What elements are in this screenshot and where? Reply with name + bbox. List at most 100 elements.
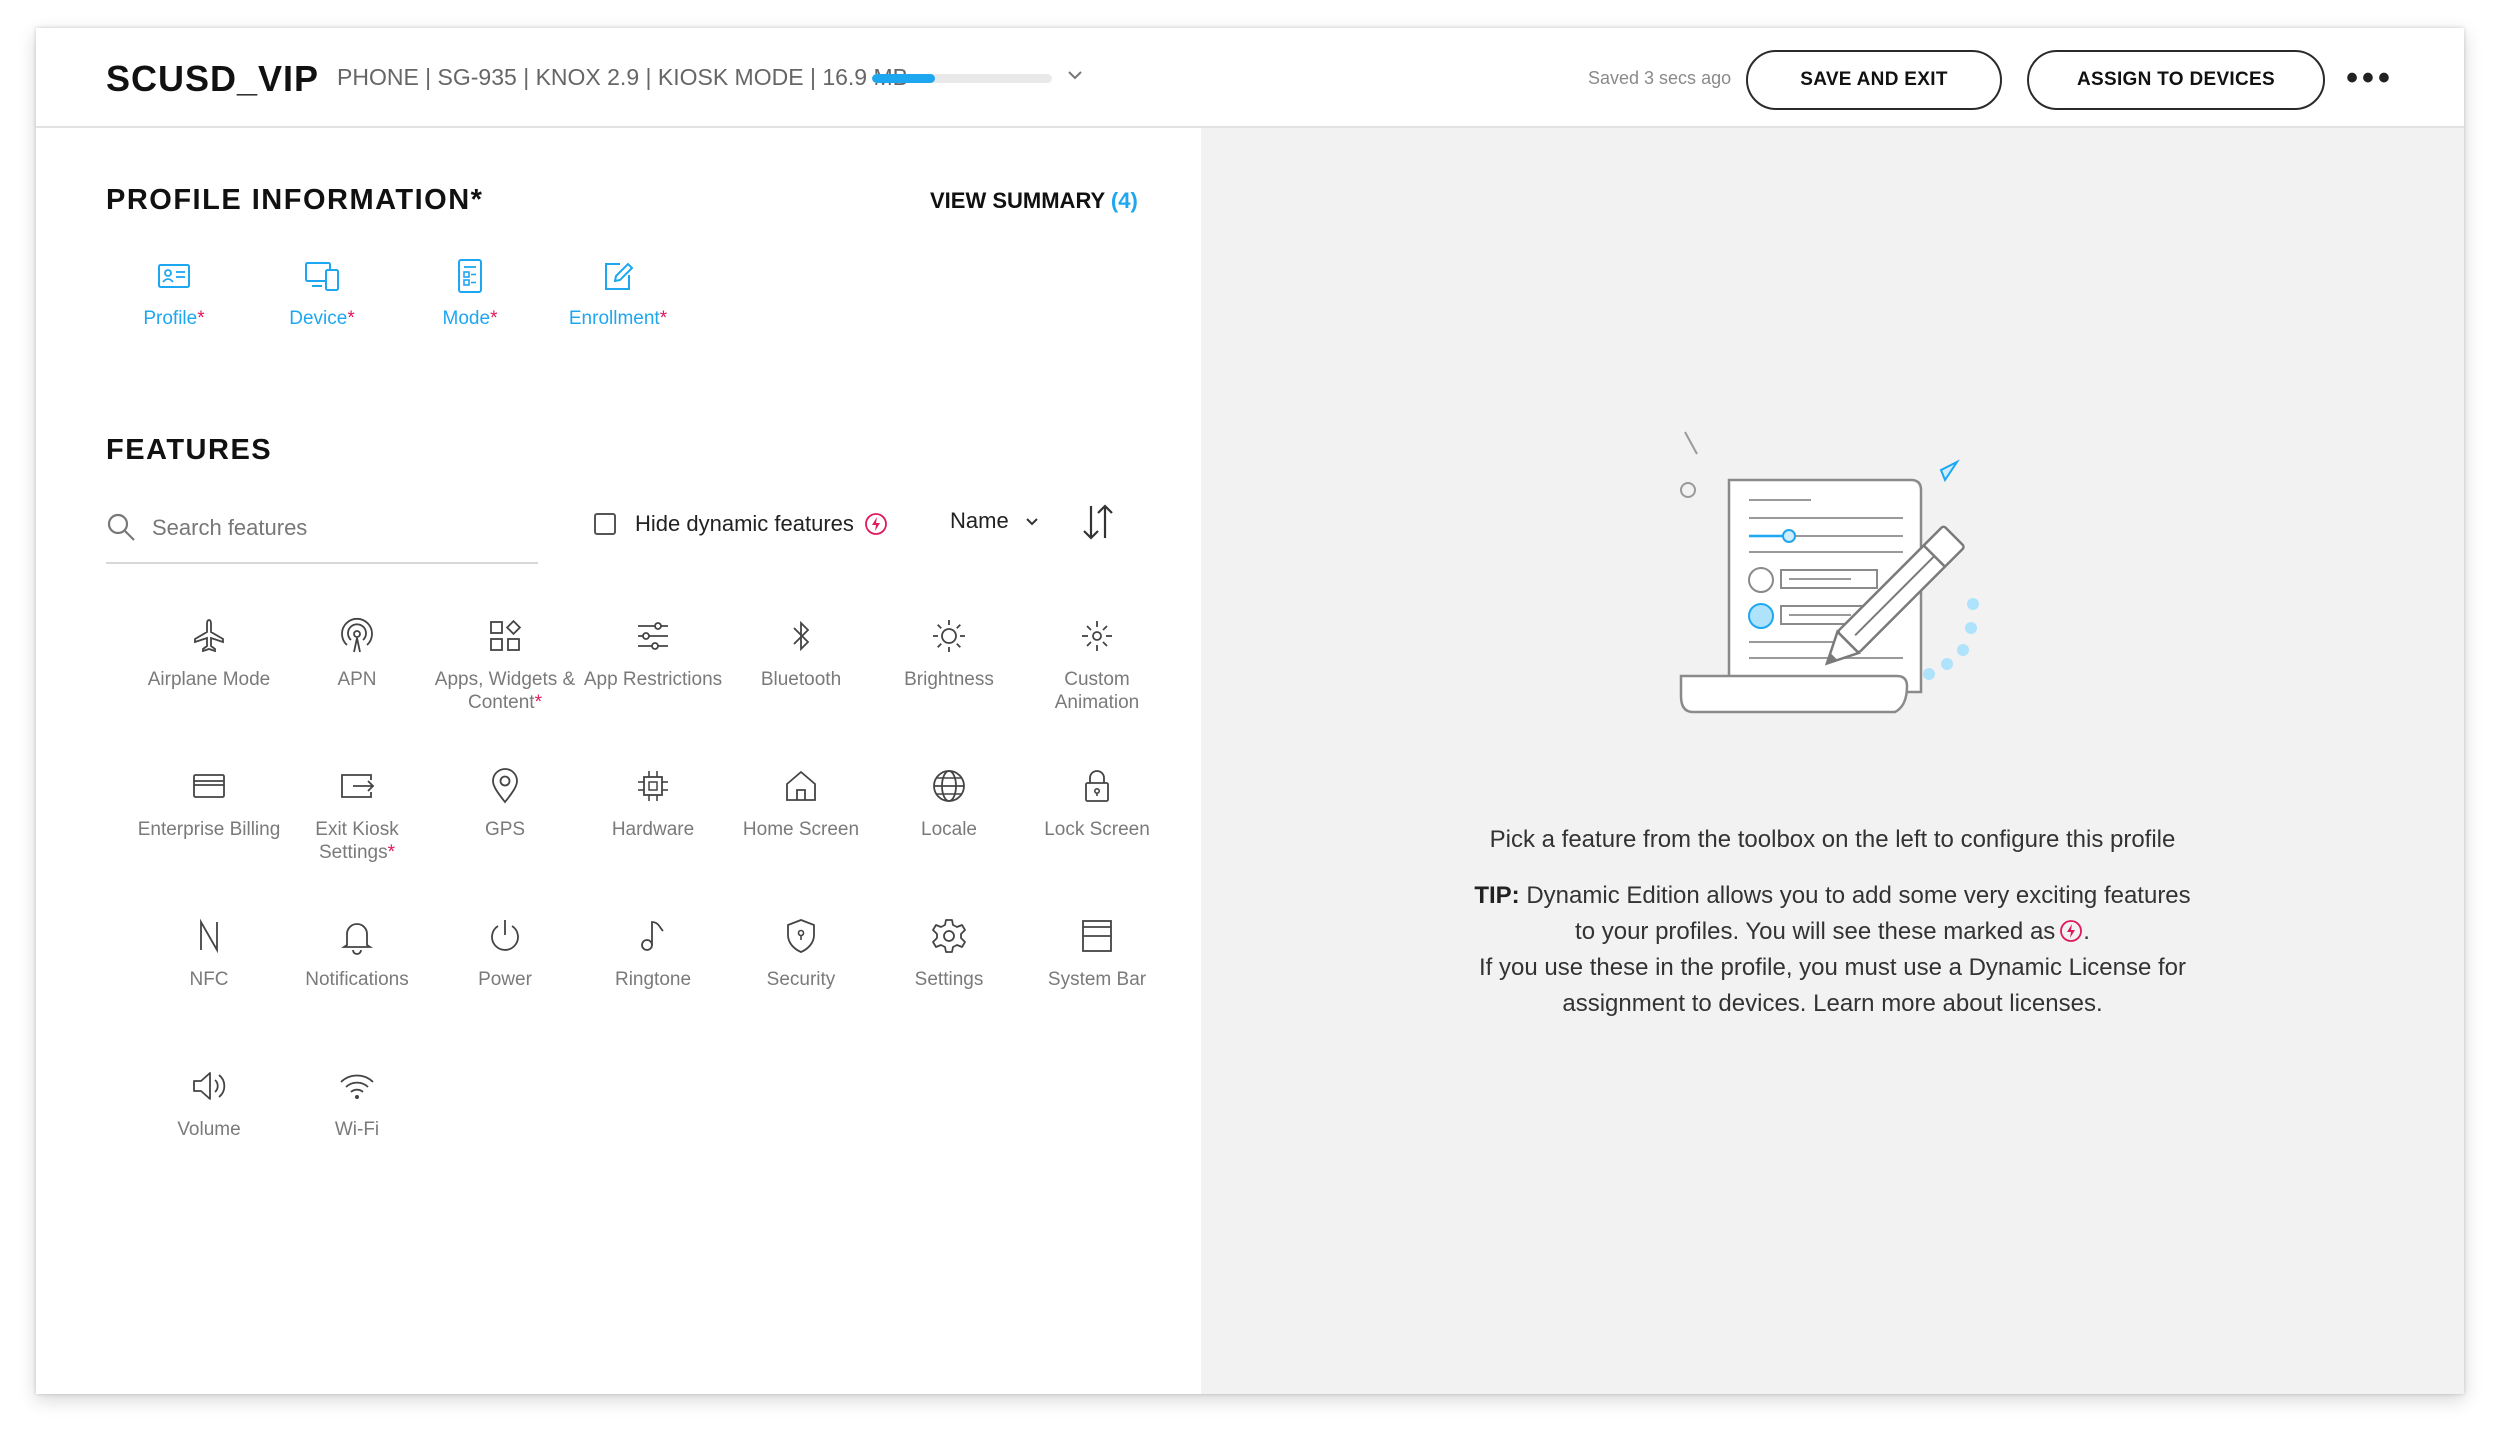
sliders-icon xyxy=(638,622,668,650)
feature-label: NFC xyxy=(189,969,229,990)
assign-to-devices-button[interactable]: ASSIGN TO DEVICES xyxy=(2027,50,2325,110)
feature-notifications[interactable]: Notifications xyxy=(283,916,431,991)
feature-exit-kiosk-settings[interactable]: Exit Kiosk Settings* xyxy=(283,766,431,864)
search-icon xyxy=(107,513,135,541)
volume-icon xyxy=(193,1072,226,1100)
wifi-icon xyxy=(340,1074,374,1099)
hide-dynamic-label: Hide dynamic features xyxy=(635,511,854,536)
required-marker: * xyxy=(490,308,498,329)
feature-brightness[interactable]: Brightness xyxy=(875,616,1023,691)
feature-lock-screen[interactable]: Lock Screen xyxy=(1023,766,1171,841)
storage-progress-fill xyxy=(872,74,935,83)
feature-label: Settings xyxy=(914,969,984,990)
gear-icon xyxy=(932,919,966,953)
exit-kiosk-icon xyxy=(341,774,375,798)
animation-icon xyxy=(1082,621,1112,651)
feature-power[interactable]: Power xyxy=(431,916,579,991)
feature-home-screen[interactable]: Home Screen xyxy=(727,766,875,841)
apps-icon xyxy=(490,619,522,651)
feature-label: Wi-Fi xyxy=(334,1119,380,1140)
location-pin-icon xyxy=(492,768,518,804)
feature-settings[interactable]: Settings xyxy=(875,916,1023,991)
tab-enrollment-label: Enrollment xyxy=(568,308,660,329)
tab-mode[interactable]: Mode* xyxy=(405,256,535,330)
feature-security[interactable]: Security xyxy=(727,916,875,991)
feature-label: Brightness xyxy=(904,669,994,690)
feature-nfc[interactable]: NFC xyxy=(135,916,283,991)
bell-icon xyxy=(341,923,373,955)
sort-direction-icon[interactable] xyxy=(1078,500,1118,544)
required-marker: * xyxy=(659,308,668,329)
nfc-icon xyxy=(200,918,218,954)
tip-line-4[interactable]: assignment to devices. Learn more about … xyxy=(1381,986,2284,1022)
chevron-down-icon xyxy=(1025,518,1038,526)
chevron-down-icon[interactable] xyxy=(1064,64,1086,86)
feature-custom-animation[interactable]: Custom Animation xyxy=(1023,616,1171,714)
tip-line-3: If you use these in the profile, you mus… xyxy=(1478,954,2187,981)
empty-state-message: Pick a feature from the toolbox on the l… xyxy=(1489,826,2176,853)
feature-label: Bluetooth xyxy=(760,669,842,690)
tab-profile[interactable]: Profile* xyxy=(109,256,239,330)
tab-device[interactable]: Device* xyxy=(257,256,387,330)
airplane-icon xyxy=(194,619,224,653)
feature-locale[interactable]: Locale xyxy=(875,766,1023,841)
music-note-icon xyxy=(641,921,664,951)
feature-volume[interactable]: Volume xyxy=(135,1066,283,1141)
profile-card-icon xyxy=(158,264,190,288)
system-bar-icon xyxy=(1082,920,1112,952)
saved-status: Saved 3 secs ago xyxy=(1588,68,1732,88)
more-options-icon[interactable]: ••• xyxy=(2346,58,2394,98)
device-meta: PHONE | SG-935 | KNOX 2.9 | KIOSK MODE |… xyxy=(337,64,908,90)
view-summary-count: (4) xyxy=(1110,188,1138,213)
mode-icon xyxy=(458,259,482,293)
feature-label: System Bar xyxy=(1047,969,1147,990)
view-summary-label: VIEW SUMMARY xyxy=(930,188,1105,213)
feature-wifi[interactable]: Wi-Fi xyxy=(283,1066,431,1141)
feature-bluetooth[interactable]: Bluetooth xyxy=(727,616,875,691)
feature-label: Ringtone xyxy=(614,969,692,990)
feature-label: Airplane Mode xyxy=(147,669,271,690)
tip-line-2: to your profiles. You will see these mar… xyxy=(1575,918,2056,945)
dynamic-badge-icon xyxy=(2060,920,2083,942)
required-marker: * xyxy=(387,842,396,863)
enrollment-icon xyxy=(605,262,634,290)
save-and-exit-button[interactable]: SAVE AND EXIT xyxy=(1746,50,2002,110)
feature-label: Power xyxy=(478,969,532,990)
hide-dynamic-toggle[interactable]: Hide dynamic features xyxy=(594,507,888,541)
feature-label: APN xyxy=(337,669,377,690)
feature-label: Home Screen xyxy=(742,819,860,840)
profile-info-heading: PROFILE INFORMATION* xyxy=(106,184,484,216)
profile-title: SCUSD_VIP xyxy=(106,58,320,99)
feature-label: Custom Animation xyxy=(1054,669,1140,713)
feature-enterprise-billing[interactable]: Enterprise Billing xyxy=(135,766,283,841)
hide-dynamic-checkbox[interactable] xyxy=(594,513,616,535)
feature-label: Exit Kiosk Settings xyxy=(315,819,399,863)
tip-line-1: Dynamic Edition allows you to add some v… xyxy=(1526,882,2191,909)
tab-enrollment[interactable]: Enrollment* xyxy=(553,256,683,330)
globe-icon xyxy=(933,770,965,802)
top-header: SCUSD_VIP PHONE | SG-935 | KNOX 2.9 | KI… xyxy=(36,28,2464,128)
view-summary-link[interactable]: VIEW SUMMARY (4) xyxy=(930,188,1138,214)
feature-hardware[interactable]: Hardware xyxy=(579,766,727,841)
feature-search xyxy=(106,496,538,564)
feature-apn[interactable]: APN xyxy=(283,616,431,691)
storage-progress-bar xyxy=(872,74,1052,83)
document-pencil-illustration xyxy=(1679,431,1979,714)
feature-system-bar[interactable]: System Bar xyxy=(1023,916,1171,991)
billing-card-icon xyxy=(193,774,225,798)
required-marker: * xyxy=(534,692,542,713)
feature-app-restrictions[interactable]: App Restrictions xyxy=(579,616,727,691)
feature-label: Notifications xyxy=(305,969,409,990)
chip-icon xyxy=(638,771,668,801)
tip-label: TIP: xyxy=(1474,882,1520,909)
feature-ringtone[interactable]: Ringtone xyxy=(579,916,727,991)
search-input[interactable] xyxy=(152,508,532,548)
sort-select[interactable]: Name xyxy=(950,508,1041,534)
feature-airplane-mode[interactable]: Airplane Mode xyxy=(135,616,283,691)
feature-apps-widgets-content[interactable]: Apps, Widgets & Content* xyxy=(431,616,579,714)
empty-state-panel: Pick a feature from the toolbox on the l… xyxy=(1201,128,2464,1394)
feature-gps[interactable]: GPS xyxy=(431,766,579,841)
power-icon xyxy=(491,920,519,951)
feature-label: Security xyxy=(766,969,836,990)
lock-icon xyxy=(1085,770,1109,802)
